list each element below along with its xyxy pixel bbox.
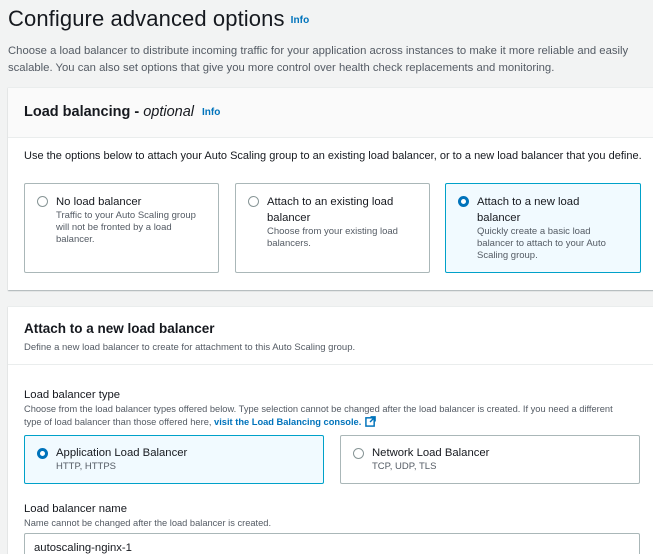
option-new-load-balancer-description: Quickly create a basic load balancer to … — [477, 226, 606, 261]
page-description: Choose a load balancer to distribute inc… — [8, 45, 629, 74]
section-divider — [8, 364, 653, 365]
option-new-load-balancer-label: Attach to a new load balancer — [477, 196, 580, 224]
load-balancer-type-hint: Choose from the load balancer types offe… — [24, 403, 624, 431]
option-network-load-balancer[interactable]: Network Load Balancer TCP, UDP, TLS — [340, 435, 640, 484]
option-existing-load-balancer-description: Choose from your existing load balancers… — [267, 226, 398, 249]
page-title: Configure advanced options Info — [8, 6, 309, 32]
network-load-balancer-protocols: TCP, UDP, TLS — [372, 461, 437, 472]
radio-existing-load-balancer[interactable] — [248, 196, 259, 207]
load-balancer-name-hint: Name cannot be changed after the load ba… — [24, 518, 272, 528]
new-load-balancer-panel: Attach to a new load balancer Define a n… — [8, 306, 653, 554]
load-balancer-type-label: Load balancer type — [24, 389, 121, 401]
external-link-icon[interactable] — [365, 416, 377, 431]
option-no-load-balancer-description: Traffic to your Auto Scaling group will … — [56, 210, 196, 245]
load-balancing-title: Load balancing - optional Info — [24, 104, 220, 120]
option-no-load-balancer[interactable]: No load balancer Traffic to your Auto Sc… — [24, 183, 219, 273]
page-info-link[interactable]: Info — [291, 15, 310, 26]
load-balancing-title-text: Load balancing - — [24, 104, 144, 120]
application-load-balancer-protocols: HTTP, HTTPS — [56, 461, 116, 472]
application-load-balancer-label: Application Load Balancer — [56, 447, 188, 459]
radio-network-load-balancer[interactable] — [353, 448, 364, 459]
load-balancing-panel-header: Load balancing - optional Info — [8, 88, 653, 138]
load-balancing-console-link[interactable]: visit the Load Balancing console. — [214, 417, 361, 427]
option-existing-load-balancer-label: Attach to an existing load balancer — [267, 196, 394, 224]
new-load-balancer-title: Attach to a new load balancer — [24, 321, 215, 336]
option-existing-load-balancer[interactable]: Attach to an existing load balancer Choo… — [235, 183, 430, 273]
load-balancer-name-input[interactable]: autoscaling-nginx-1 — [24, 533, 640, 554]
load-balancing-title-optional: optional — [143, 104, 195, 120]
page-title-text: Configure advanced options — [8, 6, 285, 31]
network-load-balancer-label: Network Load Balancer — [372, 447, 490, 459]
load-balancer-name-label: Load balancer name — [24, 503, 128, 515]
new-load-balancer-description: Define a new load balancer to create for… — [24, 342, 356, 353]
radio-application-load-balancer[interactable] — [37, 448, 48, 459]
option-no-load-balancer-label: No load balancer — [56, 196, 142, 208]
load-balancing-panel: Load balancing - optional Info Use the op… — [8, 87, 653, 290]
radio-new-load-balancer[interactable] — [458, 196, 469, 207]
option-application-load-balancer[interactable]: Application Load Balancer HTTP, HTTPS — [24, 435, 324, 484]
option-new-load-balancer[interactable]: Attach to a new load balancer Quickly cr… — [445, 183, 641, 273]
load-balancing-info-link[interactable]: Info — [202, 107, 220, 118]
radio-no-load-balancer[interactable] — [37, 196, 48, 207]
load-balancing-description: Use the options below to attach your Aut… — [24, 150, 642, 162]
